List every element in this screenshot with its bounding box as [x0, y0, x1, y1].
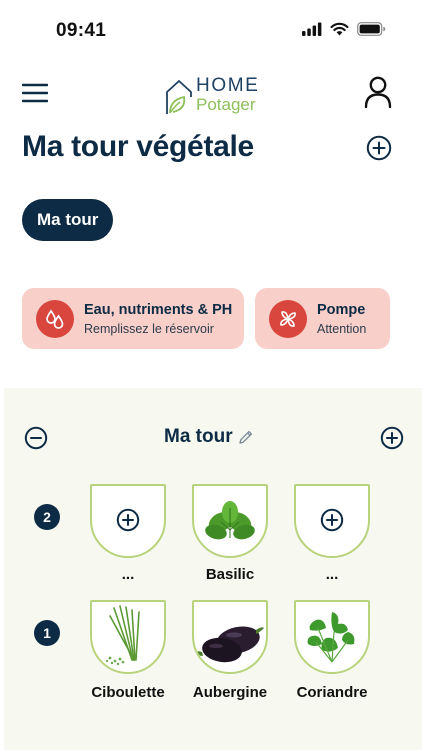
tower-name[interactable]: Ma tour — [164, 426, 254, 448]
eggplant-icon — [196, 626, 264, 663]
chives-plant-icon — [105, 605, 140, 666]
row-number-badge: 2 — [34, 504, 60, 530]
status-bar: 09:41 — [0, 0, 422, 60]
wifi-icon — [330, 22, 349, 36]
basil-plant-icon — [205, 501, 255, 540]
remove-level-icon[interactable] — [24, 426, 48, 450]
add-circle-icon[interactable] — [366, 135, 392, 161]
add-level-icon[interactable] — [380, 426, 404, 450]
alert-title: Eau, nutriments & PH — [84, 301, 233, 318]
tower-name-label: Ma tour — [164, 426, 233, 447]
empty-slot[interactable]: ... — [294, 484, 370, 583]
tower-chip-ma-tour[interactable]: Ma tour — [22, 199, 114, 241]
empty-slot[interactable]: ... — [90, 484, 166, 583]
cellular-signal-icon — [302, 22, 322, 36]
pot — [192, 484, 268, 558]
alert-icon-circle — [36, 299, 74, 338]
pot-shape — [90, 484, 166, 558]
profile-icon[interactable] — [364, 76, 392, 108]
plant-slot-basil[interactable]: Basilic — [192, 484, 268, 583]
coriander-plant-icon — [307, 612, 355, 663]
alert-card-water[interactable]: Eau, nutriments & PH Remplissez le réser… — [22, 288, 244, 349]
pot-shape — [294, 484, 370, 558]
alert-subtitle: Remplissez le réservoir — [84, 321, 214, 336]
pot — [192, 600, 268, 674]
plant-slot-coriander[interactable]: Coriandre — [294, 600, 370, 701]
pot-shape — [192, 600, 268, 674]
alert-icon-circle — [269, 299, 307, 338]
logo-wordmark-top: HOME — [196, 75, 260, 96]
plant-slot-chives[interactable]: Ciboulette — [90, 600, 166, 701]
add-plant-icon — [320, 508, 344, 532]
brand-logo[interactable]: HOME Potager — [162, 74, 266, 118]
alert-text: Eau, nutriments & PH Remplissez le réser… — [84, 302, 232, 336]
slot-label: Coriandre — [296, 684, 368, 701]
alert-card-pump[interactable]: Pompe Attention — [255, 288, 390, 349]
battery-icon — [357, 22, 386, 36]
row-number-badge: 1 — [34, 620, 60, 646]
pump-fan-icon — [280, 310, 296, 327]
water-drops-icon — [46, 309, 64, 329]
alert-text: Pompe Attention — [317, 302, 366, 336]
pot — [294, 484, 370, 558]
pot — [90, 600, 166, 674]
pot — [294, 600, 370, 674]
pot — [90, 484, 166, 558]
status-icons — [302, 22, 386, 36]
slot-label: ... — [325, 566, 339, 583]
pot-shape — [90, 600, 166, 674]
tower-panel: Ma tour 2 ... Basilic ... 1 Ciboulette A… — [4, 388, 422, 750]
plant-slot-eggplant[interactable]: Aubergine — [192, 600, 268, 701]
pot-shape — [192, 484, 268, 558]
edit-pencil-icon[interactable] — [238, 429, 254, 445]
logo-wordmark-bottom: Potager — [196, 95, 256, 114]
hamburger-menu-icon[interactable] — [22, 80, 48, 106]
alert-subtitle: Attention — [317, 321, 367, 336]
add-plant-icon — [116, 508, 140, 532]
status-time: 09:41 — [56, 20, 107, 41]
top-app-bar: HOME Potager — [0, 70, 422, 120]
page-title: Ma tour végétale — [22, 130, 254, 163]
pot-shape — [294, 600, 370, 674]
alert-title: Pompe — [317, 301, 366, 318]
house-leaf-logo-icon — [166, 80, 192, 114]
